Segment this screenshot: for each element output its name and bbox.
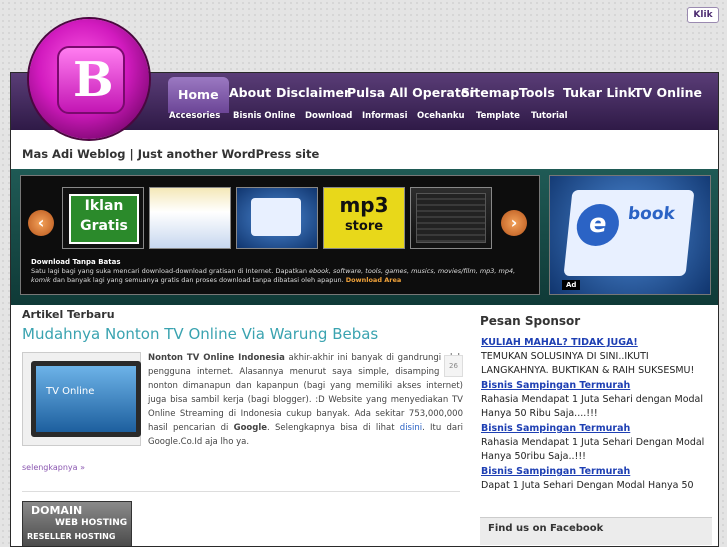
klik-button[interactable]: Klik	[687, 7, 719, 23]
slider-prev-icon[interactable]: ‹	[28, 210, 54, 236]
sub-informasi[interactable]: Informasi	[362, 111, 408, 121]
slider-thumb-iklan[interactable]: Iklan Gratis	[62, 187, 144, 249]
ebook-title: book	[626, 204, 676, 224]
ebook-image: e book	[563, 190, 695, 276]
sub-template[interactable]: Template	[476, 111, 520, 121]
banner-webhosting: WEB HOSTING	[55, 518, 128, 528]
slider-desc-text2: dan banyak lagi yang semuanya gratis dan…	[50, 276, 346, 284]
sub-bisnis-online[interactable]: Bisnis Online	[233, 111, 295, 121]
slider-description: Satu lagi bagi yang suka mencari downloa…	[31, 267, 526, 285]
sponsor-ad-3: Bisnis Sampingan Termurah Rahasia Mendap…	[481, 422, 711, 464]
read-more-link[interactable]: selengkapnya »	[22, 463, 85, 472]
sponsor-ad-2: Bisnis Sampingan Termurah Rahasia Mendap…	[481, 379, 711, 421]
post-keyword-google: Google	[233, 423, 268, 433]
post-title[interactable]: Mudahnya Nonton TV Online Via Warung Beb…	[22, 325, 378, 343]
slider-desc-text: Satu lagi bagi yang suka mencari downloa…	[31, 267, 310, 275]
slider-title: Download Tanpa Batas	[31, 258, 121, 266]
nav-tukar-link[interactable]: Tukar Link	[563, 77, 636, 109]
facebook-widget: Find us on Facebook	[480, 517, 712, 545]
sponsor-link-4[interactable]: Bisnis Sampingan Termurah	[481, 465, 711, 479]
tv-thumb-label: TV Online	[46, 386, 95, 397]
sidebar-title: Pesan Sponsor	[480, 314, 581, 328]
ebook-ad[interactable]: e book Ad	[549, 175, 711, 295]
domain-hosting-banner[interactable]: DOMAIN WEB HOSTING RESELLER HOSTING	[22, 501, 132, 546]
nav-disclaimer[interactable]: Disclaimer	[276, 77, 350, 109]
tv-icon: TV Online	[31, 361, 141, 437]
download-area-link[interactable]: Download Area	[346, 276, 402, 284]
post-text: akhir-akhir ini banyak di gandrungi oleh…	[148, 353, 463, 433]
slider-next-icon[interactable]: ›	[501, 210, 527, 236]
sponsor-text-2: Rahasia Mendapat 1 Juta Sehari dengan Mo…	[481, 394, 704, 419]
thumb-mp3-line2: store	[344, 219, 384, 234]
blogger-icon: B	[57, 46, 125, 114]
sponsor-ad-4: Bisnis Sampingan Termurah Dapat 1 Juta S…	[481, 465, 711, 493]
section-label: Artikel Terbaru	[22, 308, 115, 321]
slider-thumb-website[interactable]	[149, 187, 231, 249]
ad-badge: Ad	[562, 280, 581, 290]
sub-ocehanku[interactable]: Ocehanku	[417, 111, 465, 121]
thumb-iklan-line2: Gratis	[80, 218, 128, 234]
blogger-logo[interactable]: B	[29, 19, 149, 139]
sponsor-text-1: TEMUKAN SOLUSINYA DI SINI..IKUTI LANGKAH…	[481, 351, 695, 376]
site-container: Home About Disclaimer Pulsa All Operator…	[10, 72, 719, 547]
slider-thumb-ebook[interactable]	[236, 187, 318, 249]
post-keyword: Nonton TV Online Indonesia	[148, 353, 285, 363]
nav-tools[interactable]: Tools	[519, 77, 555, 109]
divider	[22, 491, 460, 492]
featured-strip: ‹ Iklan Gratis mp3 store › Download Tanp…	[11, 169, 718, 305]
post-text2: . Selengkapnya bisa di lihat	[267, 423, 400, 433]
nav-sitemap[interactable]: Sitemap	[461, 77, 519, 109]
sponsor-link-2[interactable]: Bisnis Sampingan Termurah	[481, 379, 711, 393]
thumb-mp3-line1: mp3	[339, 193, 389, 217]
slider-thumb-mp3[interactable]: mp3 store	[323, 187, 405, 249]
slider-thumb-software[interactable]	[410, 187, 492, 249]
sponsor-ad-1: KULIAH MAHAL? TIDAK JUGA! TEMUKAN SOLUSI…	[481, 336, 711, 378]
sub-accesories[interactable]: Accesories	[169, 111, 220, 121]
post-excerpt: Nonton TV Online Indonesia akhir-akhir i…	[148, 351, 463, 449]
sub-download[interactable]: Download	[305, 111, 352, 121]
nav-home[interactable]: Home	[168, 77, 229, 113]
sponsor-link-3[interactable]: Bisnis Sampingan Termurah	[481, 422, 711, 436]
blogger-b-glyph: B	[73, 52, 114, 108]
date-badge: 26	[444, 355, 463, 377]
featured-slider: ‹ Iklan Gratis mp3 store › Download Tanp…	[20, 175, 540, 295]
disini-link[interactable]: disini	[400, 423, 422, 433]
post-thumbnail[interactable]: TV Online	[22, 352, 141, 446]
banner-reseller: RESELLER HOSTING	[27, 532, 116, 541]
banner-domain: DOMAIN	[31, 504, 83, 517]
sponsor-link-1[interactable]: KULIAH MAHAL? TIDAK JUGA!	[481, 336, 711, 350]
sponsor-text-3: Rahasia Mendapat 1 Juta Sehari Dengan Mo…	[481, 437, 705, 462]
nav-pulsa[interactable]: Pulsa All Operator	[347, 77, 476, 109]
nav-tv-online[interactable]: TV Online	[634, 77, 702, 109]
sponsor-text-4: Dapat 1 Juta Sehari Dengan Modal Hanya 5…	[481, 480, 694, 491]
site-tagline: Mas Adi Weblog | Just another WordPress …	[22, 147, 320, 161]
thumb-iklan-line1: Iklan	[84, 198, 124, 214]
sub-tutorial[interactable]: Tutorial	[531, 111, 568, 121]
nav-about[interactable]: About	[229, 77, 271, 109]
